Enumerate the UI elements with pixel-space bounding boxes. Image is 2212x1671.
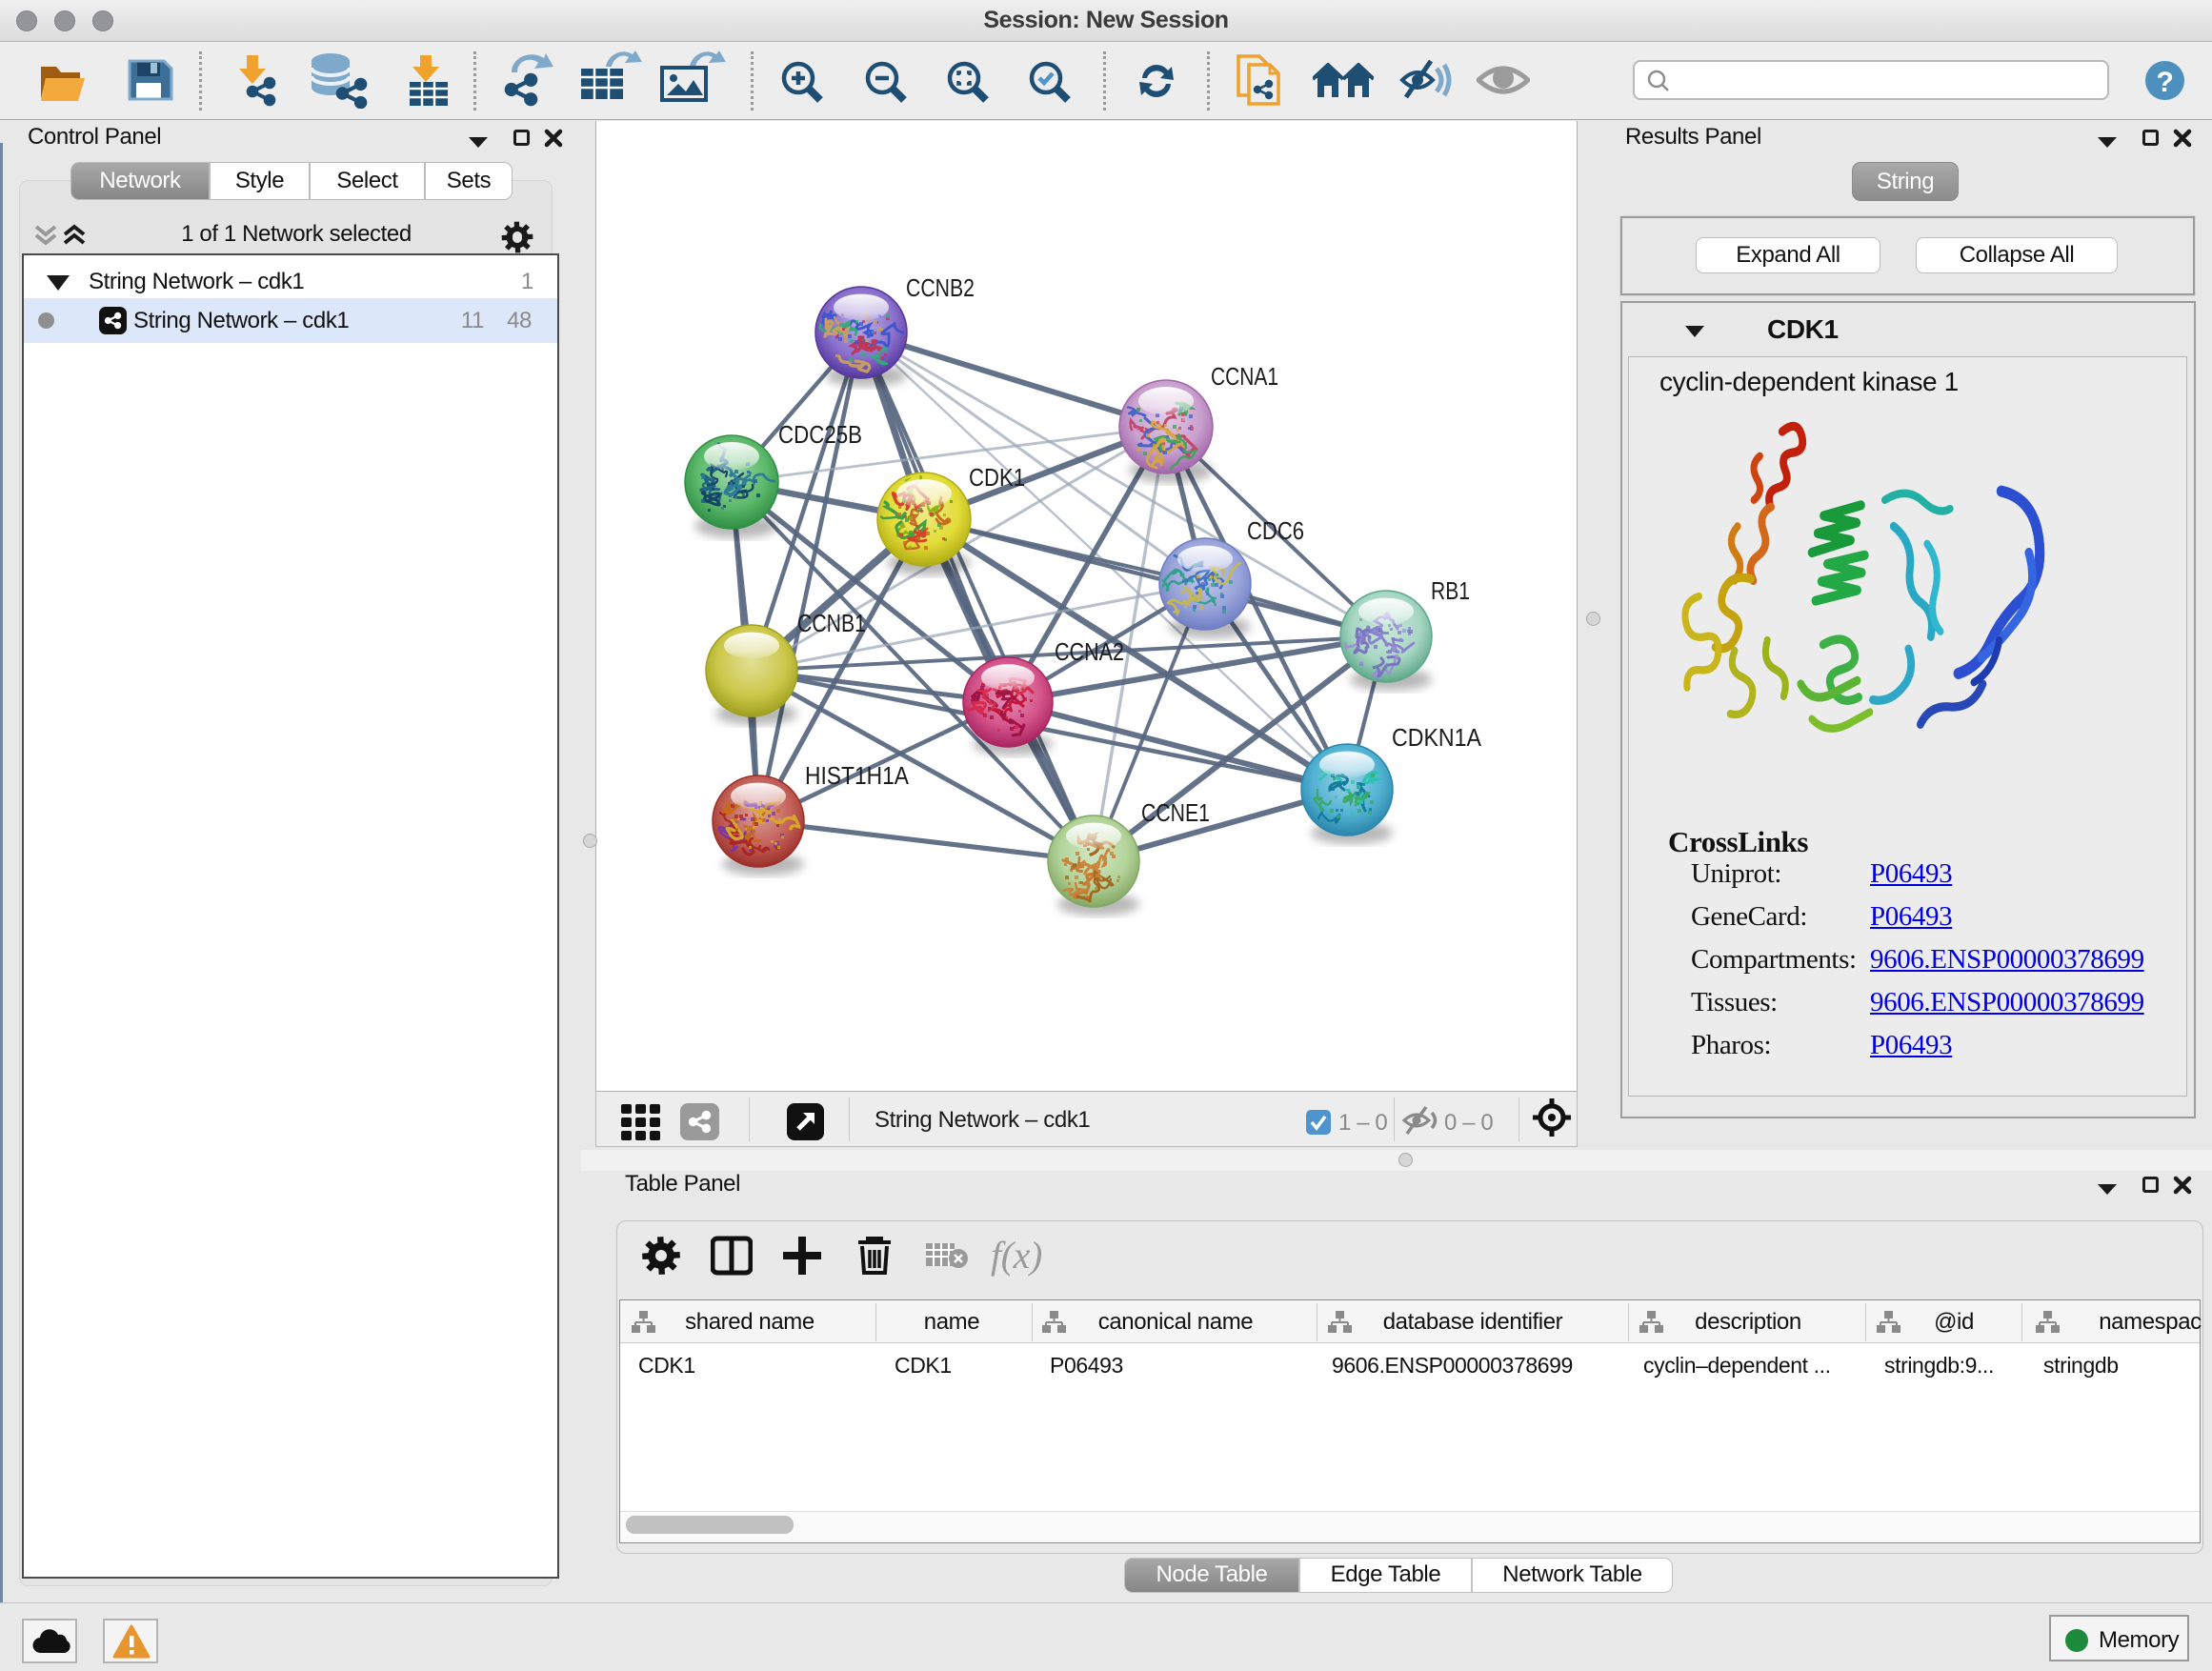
svg-text:CCNA1: CCNA1 bbox=[1211, 362, 1278, 391]
svg-text:CDKN1A: CDKN1A bbox=[1392, 723, 1482, 752]
svg-text:CCNE1: CCNE1 bbox=[1141, 798, 1210, 827]
svg-text:HIST1H1A: HIST1H1A bbox=[805, 761, 910, 790]
svg-text:RB1: RB1 bbox=[1431, 576, 1470, 605]
svg-text:CDC25B: CDC25B bbox=[778, 420, 862, 449]
svg-text:CCNB2: CCNB2 bbox=[906, 273, 975, 302]
svg-text:CDK1: CDK1 bbox=[969, 463, 1025, 492]
svg-text:CCNB1: CCNB1 bbox=[797, 609, 866, 637]
svg-text:CCNA2: CCNA2 bbox=[1055, 637, 1124, 666]
svg-text:CDC6: CDC6 bbox=[1247, 516, 1304, 545]
